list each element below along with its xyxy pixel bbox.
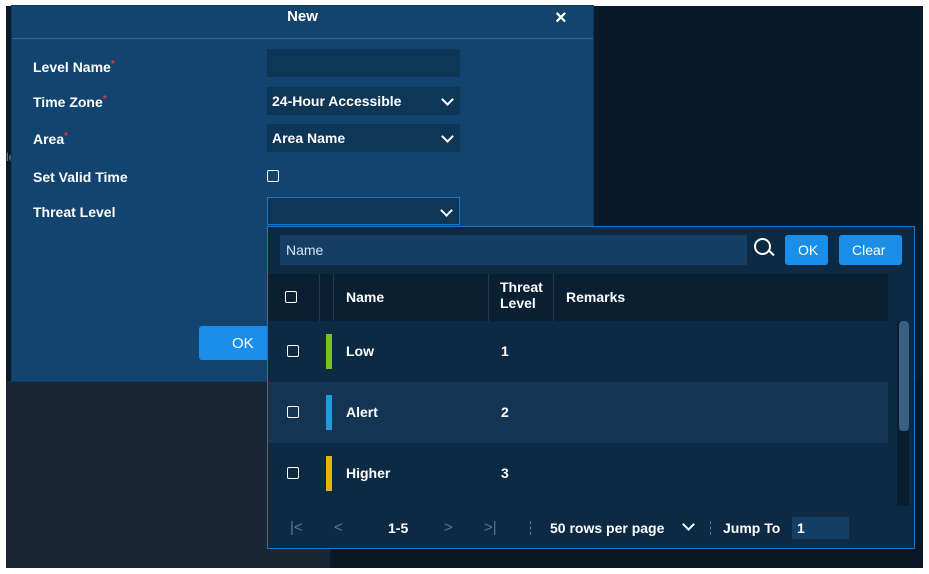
row-name: Alert bbox=[346, 404, 378, 420]
rows-per-page-select[interactable]: 50 rows per page bbox=[550, 520, 664, 536]
jump-to-label: Jump To bbox=[723, 520, 781, 536]
dialog-ok-label: OK bbox=[232, 335, 254, 352]
search-ok-label: OK bbox=[798, 242, 819, 258]
row-checkbox[interactable] bbox=[287, 345, 299, 357]
area-value: Area Name bbox=[272, 130, 346, 146]
time-zone-label-text: Time Zone bbox=[33, 94, 103, 110]
jump-to-input[interactable]: 1 bbox=[792, 517, 849, 539]
area-label-text: Area bbox=[33, 131, 65, 147]
prev-page-icon[interactable]: < bbox=[334, 519, 343, 536]
threat-level-label: Threat Level bbox=[33, 204, 116, 220]
column-header-threat-level-line1: Threat bbox=[500, 279, 543, 295]
threat-level-dropdown: Name OK Clear Name Threat Level Remarks … bbox=[267, 226, 915, 549]
row-checkbox[interactable] bbox=[287, 467, 299, 479]
last-page-icon[interactable]: >| bbox=[484, 519, 497, 536]
row-level: 2 bbox=[501, 404, 509, 420]
chevron-down-icon bbox=[441, 130, 454, 143]
clear-label: Clear bbox=[852, 242, 886, 258]
time-zone-select[interactable]: 24-Hour Accessible bbox=[267, 87, 460, 115]
level-name-input[interactable] bbox=[267, 49, 460, 77]
threat-color-bar bbox=[326, 334, 332, 369]
row-name: Higher bbox=[346, 465, 391, 481]
time-zone-value: 24-Hour Accessible bbox=[272, 93, 402, 109]
search-icon[interactable] bbox=[754, 238, 771, 255]
area-label: Area* bbox=[33, 131, 68, 147]
scrollbar-thumb[interactable] bbox=[899, 321, 909, 431]
time-zone-label: Time Zone* bbox=[33, 94, 107, 110]
first-page-icon[interactable]: |< bbox=[290, 519, 303, 536]
row-level: 1 bbox=[501, 343, 509, 359]
level-name-label: Level Name* bbox=[33, 59, 115, 75]
chevron-down-icon[interactable] bbox=[682, 518, 695, 531]
threat-level-select[interactable] bbox=[267, 197, 460, 225]
column-header-remarks[interactable]: Remarks bbox=[566, 289, 625, 305]
select-all-checkbox[interactable] bbox=[285, 291, 297, 303]
required-marker: * bbox=[102, 94, 107, 105]
dialog-header: New × bbox=[12, 6, 593, 39]
jump-to-value: 1 bbox=[797, 520, 805, 536]
close-icon[interactable]: × bbox=[555, 7, 567, 30]
area-select[interactable]: Area Name bbox=[267, 124, 460, 152]
search-input[interactable]: Name bbox=[280, 235, 747, 265]
set-valid-time-label: Set Valid Time bbox=[33, 169, 128, 185]
row-checkbox[interactable] bbox=[287, 406, 299, 418]
chevron-down-icon bbox=[441, 93, 454, 106]
column-divider bbox=[319, 274, 320, 321]
dialog-title: New bbox=[287, 8, 318, 25]
column-divider bbox=[488, 274, 489, 321]
pager-divider bbox=[530, 521, 532, 535]
search-placeholder: Name bbox=[286, 242, 324, 258]
column-header-threat-level-line2: Level bbox=[500, 295, 536, 311]
row-name: Low bbox=[346, 343, 374, 359]
next-page-icon[interactable]: > bbox=[444, 519, 453, 536]
table-row[interactable]: Higher 3 bbox=[268, 443, 888, 504]
required-marker: * bbox=[110, 59, 115, 70]
level-name-label-text: Level Name bbox=[33, 59, 111, 75]
set-valid-time-checkbox[interactable] bbox=[267, 170, 279, 182]
column-header-threat-level[interactable]: Threat Level bbox=[500, 279, 543, 311]
table-row[interactable]: Alert 2 bbox=[268, 382, 888, 443]
column-header-name[interactable]: Name bbox=[346, 289, 384, 305]
required-marker: * bbox=[64, 131, 69, 142]
search-ok-button[interactable]: OK bbox=[785, 235, 828, 265]
threat-color-bar bbox=[326, 395, 332, 430]
pagination: |< < 1-5 > >| 50 rows per page Jump To 1 bbox=[268, 510, 914, 548]
clear-button[interactable]: Clear bbox=[839, 235, 902, 265]
chevron-down-icon bbox=[440, 204, 453, 217]
column-divider bbox=[333, 274, 334, 321]
table-row[interactable]: Low 1 bbox=[268, 321, 888, 382]
row-level: 3 bbox=[501, 465, 509, 481]
pager-divider bbox=[710, 521, 712, 535]
page-range: 1-5 bbox=[388, 520, 409, 536]
column-divider bbox=[553, 274, 554, 321]
table-header: Name Threat Level Remarks bbox=[268, 274, 888, 321]
threat-color-bar bbox=[326, 456, 332, 491]
